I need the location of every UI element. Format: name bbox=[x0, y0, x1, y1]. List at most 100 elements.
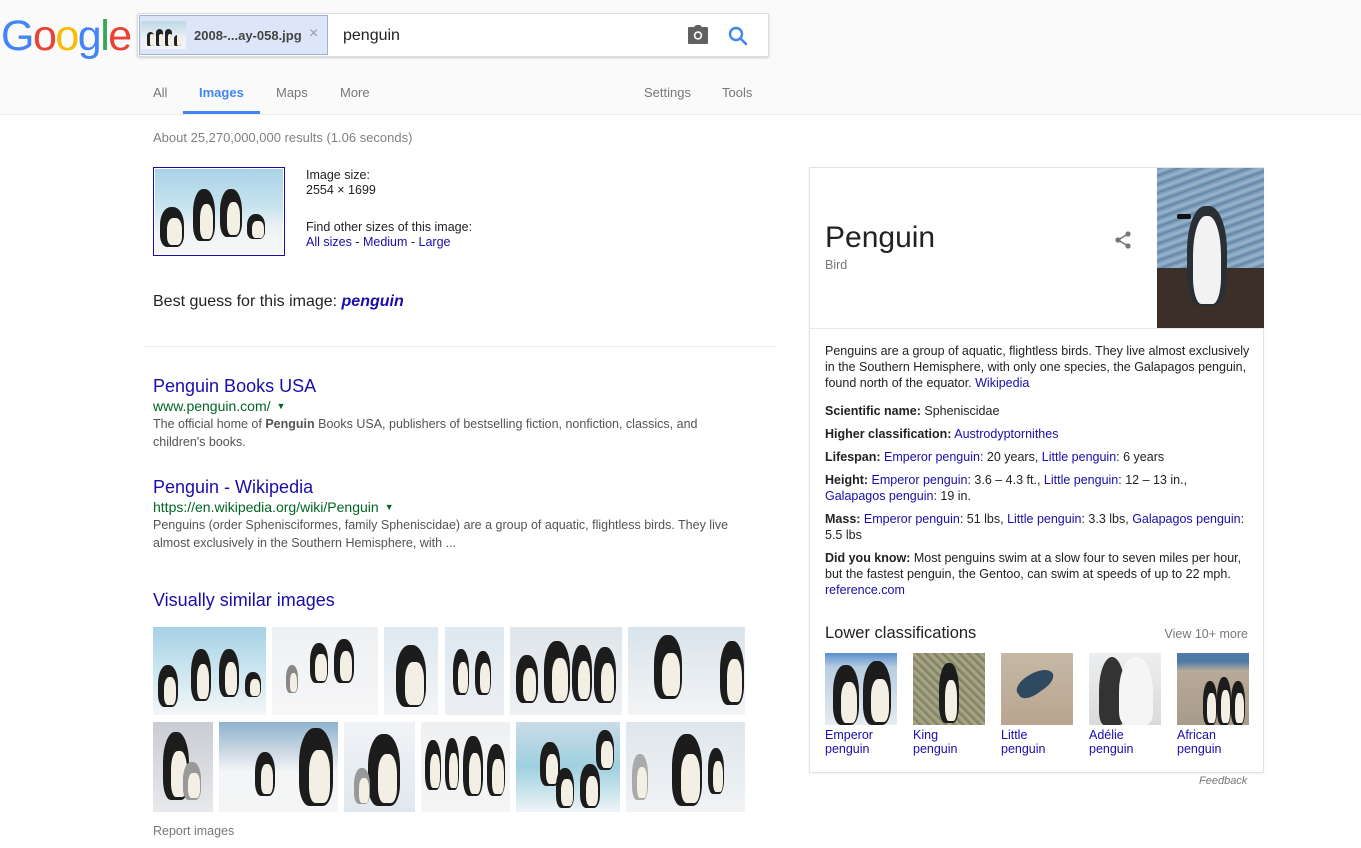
fact-label: Higher classification: bbox=[825, 427, 952, 441]
result-title[interactable]: Penguin Books USA bbox=[153, 376, 316, 396]
lower-classification-item[interactable]: Emperor penguin bbox=[825, 653, 897, 756]
fact-link[interactable]: Galapagos penguin bbox=[825, 489, 933, 503]
lower-classification-item[interactable]: Little penguin bbox=[1001, 653, 1073, 756]
similar-image[interactable] bbox=[516, 722, 620, 812]
fact-value: : 3.6 – 4.3 ft., bbox=[967, 473, 1044, 487]
fact-link[interactable]: Emperor penguin bbox=[872, 473, 968, 487]
lower-classification-item[interactable]: African penguin bbox=[1177, 653, 1249, 756]
search-tabs: All Images Maps More Settings Tools bbox=[0, 76, 1361, 115]
kp-hero-image[interactable] bbox=[1157, 168, 1264, 328]
dropdown-arrow-icon[interactable]: ▼ bbox=[385, 502, 394, 512]
penguin-shape bbox=[247, 214, 265, 239]
result-url: https://en.wikipedia.org/wiki/Penguin ▼ bbox=[153, 498, 753, 516]
fact-link[interactable]: Emperor penguin bbox=[884, 450, 980, 464]
penguin-shape bbox=[245, 672, 261, 697]
wikipedia-link[interactable]: Wikipedia bbox=[975, 376, 1029, 390]
medium-size-link[interactable]: Medium bbox=[363, 235, 407, 249]
chip-close-icon[interactable]: × bbox=[309, 25, 318, 43]
penguin-shape bbox=[191, 649, 211, 701]
kp-body: Penguins are a group of aquatic, flightl… bbox=[825, 343, 1250, 605]
snippet-bold: Penguin bbox=[265, 417, 315, 431]
result-snippet: The official home of Penguin Books USA, … bbox=[153, 415, 753, 451]
fact-label: Scientific name: bbox=[825, 404, 921, 418]
search-image-chip[interactable]: 2008-...ay-058.jpg × bbox=[139, 15, 328, 55]
other-sizes: Find other sizes of this image: All size… bbox=[306, 220, 472, 250]
best-guess-link[interactable]: penguin bbox=[342, 293, 404, 310]
tab-maps[interactable]: Maps bbox=[276, 85, 308, 100]
fact-link[interactable]: Galapagos penguin bbox=[1132, 512, 1240, 526]
penguin-shape bbox=[147, 32, 154, 46]
similar-image[interactable] bbox=[344, 722, 415, 812]
result-title[interactable]: Penguin - Wikipedia bbox=[153, 477, 313, 497]
fact-value: : 20 years, bbox=[979, 450, 1042, 464]
reference-link[interactable]: reference.com bbox=[825, 583, 905, 597]
tab-images[interactable]: Images bbox=[199, 85, 244, 100]
classification-thumbnail bbox=[913, 653, 985, 725]
similar-image[interactable] bbox=[153, 627, 266, 715]
fact-link[interactable]: Little penguin bbox=[1044, 473, 1118, 487]
large-size-link[interactable]: Large bbox=[419, 235, 451, 249]
fact-link[interactable]: Little penguin bbox=[1007, 512, 1081, 526]
feedback-link[interactable]: Feedback bbox=[1199, 775, 1247, 787]
fact-link[interactable]: Austrodyptornithes bbox=[954, 427, 1058, 441]
similar-image[interactable] bbox=[272, 627, 378, 715]
penguin-shape bbox=[516, 655, 538, 703]
lower-classification-item[interactable]: Adélie penguin bbox=[1089, 653, 1161, 756]
fact-link[interactable]: Little penguin bbox=[1042, 450, 1116, 464]
query-image-thumbnail[interactable] bbox=[153, 167, 285, 256]
header: Google 2008-...ay-058.jpg × All Images M… bbox=[0, 0, 1361, 115]
classification-label: African bbox=[1177, 728, 1216, 742]
lower-classification-item[interactable]: King penguin bbox=[913, 653, 985, 756]
divider bbox=[144, 346, 776, 347]
similar-image[interactable] bbox=[384, 627, 438, 715]
penguin-chick-shape bbox=[354, 768, 370, 804]
report-images-link[interactable]: Report images bbox=[153, 824, 234, 838]
similar-image[interactable] bbox=[510, 627, 622, 715]
all-sizes-link[interactable]: All sizes bbox=[306, 235, 352, 249]
fact-label: Height: bbox=[825, 473, 869, 487]
classification-label: penguin bbox=[1089, 742, 1134, 756]
similar-image[interactable] bbox=[628, 627, 745, 715]
penguin-shape bbox=[310, 643, 328, 683]
similar-image[interactable] bbox=[219, 722, 338, 812]
search-icon[interactable] bbox=[727, 25, 749, 47]
fact-value: : 6 years bbox=[1116, 450, 1165, 464]
tab-all[interactable]: All bbox=[153, 85, 167, 100]
visually-similar-title[interactable]: Visually similar images bbox=[153, 590, 335, 611]
fact-height: Height: Emperor penguin: 3.6 – 4.3 ft., … bbox=[825, 472, 1250, 504]
tab-settings[interactable]: Settings bbox=[644, 85, 691, 100]
result-stats: About 25,270,000,000 results (1.06 secon… bbox=[153, 130, 413, 145]
logo-letter: e bbox=[108, 12, 132, 60]
classification-label: penguin bbox=[913, 742, 958, 756]
similar-image[interactable] bbox=[153, 722, 213, 812]
google-logo[interactable]: Google bbox=[1, 12, 132, 60]
similar-image[interactable] bbox=[626, 722, 745, 812]
snippet-text: The official home of bbox=[153, 417, 266, 431]
camera-icon[interactable] bbox=[687, 25, 709, 45]
penguin-shape bbox=[572, 645, 592, 701]
classification-label: penguin bbox=[825, 742, 870, 756]
share-icon[interactable] bbox=[1113, 230, 1133, 250]
similar-image[interactable] bbox=[445, 627, 504, 715]
penguin-shape bbox=[193, 189, 215, 241]
chip-filename: 2008-...ay-058.jpg bbox=[194, 28, 302, 43]
knowledge-panel: Penguin Bird Penguins are a group of aqu… bbox=[809, 167, 1264, 773]
penguin-shape bbox=[463, 736, 483, 796]
classification-thumbnail bbox=[1177, 653, 1249, 725]
view-more-link[interactable]: View 10+ more bbox=[1165, 627, 1249, 641]
classification-label: Emperor bbox=[825, 728, 873, 742]
fact-link[interactable]: Emperor penguin bbox=[864, 512, 960, 526]
penguin-chick-shape bbox=[183, 762, 201, 800]
tab-more[interactable]: More bbox=[340, 85, 370, 100]
similar-image[interactable] bbox=[421, 722, 510, 812]
divider bbox=[810, 328, 1263, 329]
search-input[interactable] bbox=[343, 24, 673, 48]
fact-value: : 3.3 lbs, bbox=[1081, 512, 1133, 526]
image-size-label: Image size: bbox=[306, 168, 370, 182]
tab-tools[interactable]: Tools bbox=[722, 85, 752, 100]
separator: - bbox=[407, 235, 419, 249]
fact-label: Mass: bbox=[825, 512, 861, 526]
image-size-value: 2554 × 1699 bbox=[306, 183, 376, 197]
penguin-shape bbox=[672, 734, 702, 806]
dropdown-arrow-icon[interactable]: ▼ bbox=[277, 401, 286, 411]
